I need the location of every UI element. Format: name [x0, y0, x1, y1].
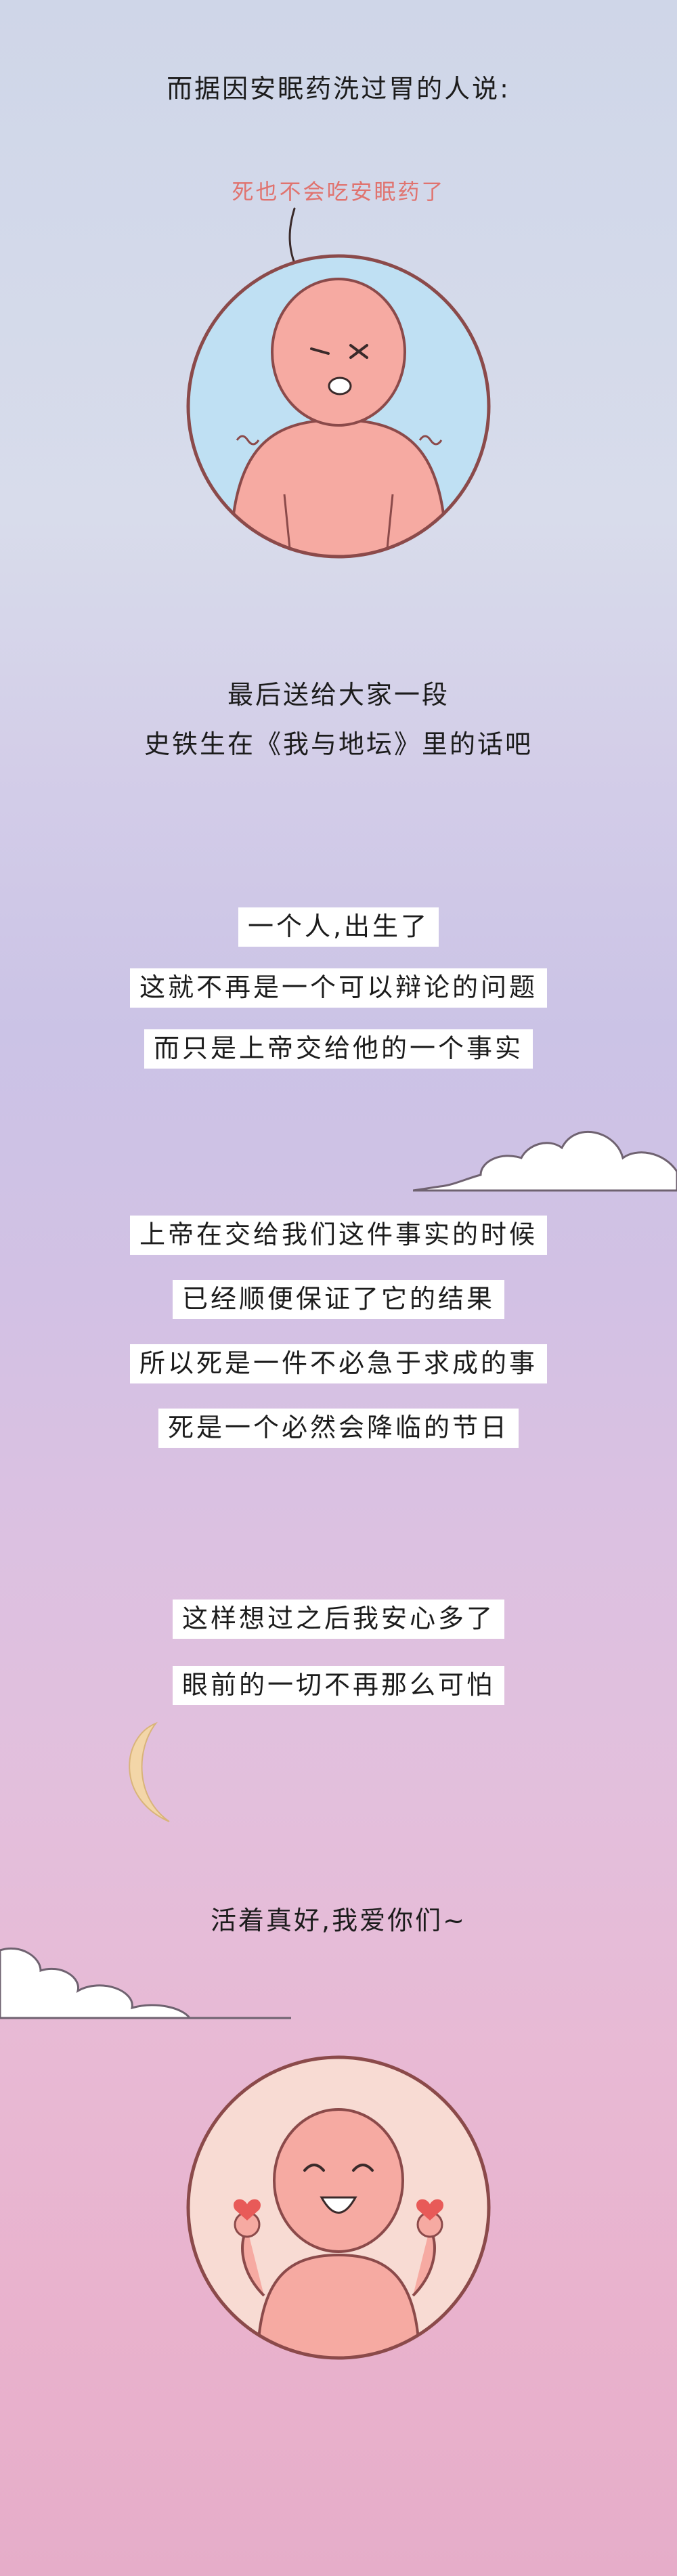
- tired-baby-illustration: [186, 254, 491, 559]
- quote1-line-1: 一个人,出生了: [238, 907, 439, 947]
- quote2-line-3: 所以死是一件不必急于求成的事: [129, 1344, 547, 1383]
- cloud-right: [413, 1131, 677, 1192]
- quote2-line-4: 死是一个必然会降临的节日: [158, 1409, 519, 1448]
- happy-baby-illustration: [186, 2055, 491, 2360]
- cloud-left: [0, 1947, 291, 2019]
- intro-text: 而据因安眠药洗过胃的人说:: [167, 74, 510, 104]
- section1-line-2: 史铁生在《我与地坛》里的话吧: [144, 729, 533, 759]
- speech-text: 死也不会吃安眠药了: [232, 179, 445, 205]
- closing-text: 活着真好,我爱你们~: [211, 1906, 466, 1935]
- quote2-line-1: 上帝在交给我们这件事实的时候: [129, 1216, 547, 1255]
- quote2-line-2: 已经顺便保证了它的结果: [172, 1280, 504, 1319]
- quote1-line-2: 这就不再是一个可以辩论的问题: [129, 968, 547, 1008]
- page: { "intro_text": "而据因安眠药洗过胃的人说:", "speech…: [0, 0, 677, 2576]
- quote3-line-2: 眼前的一切不再那么可怕: [172, 1666, 504, 1705]
- section1-line-1: 最后送给大家一段: [227, 680, 450, 710]
- quote3-line-1: 这样想过之后我安心多了: [172, 1600, 504, 1639]
- crescent-moon: [129, 1721, 170, 1822]
- quote1-line-3: 而只是上帝交给他的一个事实: [144, 1029, 533, 1069]
